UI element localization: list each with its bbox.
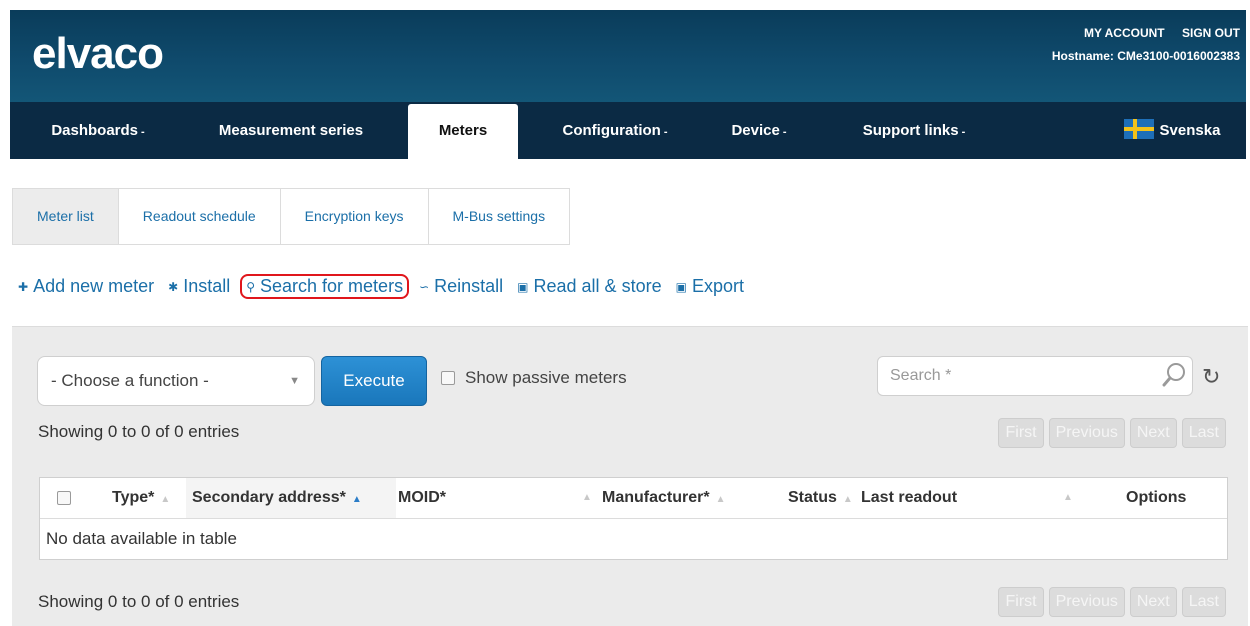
column-type[interactable]: Type* ▲ [112,478,182,518]
dropdown-caret-icon: - [961,126,966,138]
sort-icon: ▲ [582,492,592,503]
tab-m-bus-settings[interactable]: M-Bus settings [429,189,570,244]
pagination-bottom: First Previous Next Last [993,587,1226,617]
previous-button[interactable]: Previous [1048,418,1125,448]
tab-encryption-keys[interactable]: Encryption keys [281,189,429,244]
header-links: MY ACCOUNT SIGN OUT Hostname: CMe3100-00… [1052,26,1240,63]
pagination-top: First Previous Next Last [993,418,1226,448]
tab-readout-schedule[interactable]: Readout schedule [119,189,281,244]
reinstall-link[interactable]: ∽ Reinstall [419,276,503,297]
sort-icon: ▲ [842,494,853,505]
entries-info-top: Showing 0 to 0 of 0 entries [38,422,240,441]
sort-icon: ▲ [1063,492,1073,503]
nav-measurement-series[interactable]: Measurement series [202,102,380,159]
nav-device[interactable]: Device - [718,102,800,159]
my-account-link[interactable]: MY ACCOUNT [1084,26,1165,40]
nav-dashboards-label: Dashboards [51,122,139,139]
nav-support-links-label: Support links [862,122,959,139]
dropdown-caret-icon: - [663,126,668,138]
hostname-label: Hostname: CMe3100-0016002383 [1051,49,1240,63]
column-last-readout[interactable]: Last readout ▲ [861,478,1081,518]
meter-list-panel: - Choose a function - ▼ Execute Show pass… [12,326,1248,626]
read-all-store-label: Read all & store [533,276,662,296]
plus-circle-icon: ✚ [18,279,29,294]
nav-dashboards[interactable]: Dashboards - [36,102,160,159]
refresh-icon[interactable]: ↻ [1202,364,1220,390]
swedish-flag-icon [1123,119,1154,140]
entries-info-bottom: Showing 0 to 0 of 0 entries [38,592,240,611]
rss-icon: ∽ [419,279,430,294]
nav-language-svenska[interactable]: Svenska [1110,102,1234,159]
column-manufacturer[interactable]: Manufacturer* ▲ [602,478,774,518]
add-new-meter-link[interactable]: ✚ Add new meter [18,276,154,297]
empty-table-message: No data available in table [46,529,237,548]
column-options: Options [1126,489,1187,506]
next-button[interactable]: Next [1129,418,1177,448]
sign-out-link[interactable]: SIGN OUT [1182,26,1240,40]
column-secondary-address-label: Secondary address* [192,489,346,506]
export-icon: ▣ [675,279,687,294]
magnifier-icon[interactable] [1160,361,1188,389]
column-last-readout-label: Last readout [861,489,958,506]
floppy-disk-icon: ▣ [517,279,529,294]
read-all-store-link[interactable]: ▣ Read all & store [517,276,661,297]
column-secondary-address[interactable]: Secondary address* ▲ [186,478,396,518]
column-status[interactable]: Status ▲ [788,478,868,518]
show-passive-checkbox[interactable] [441,371,455,385]
first-button[interactable]: First [998,587,1044,617]
search-for-meters-link[interactable]: ⚲ Search for meters [240,274,410,299]
column-moid[interactable]: MOID* ▲ [398,478,592,518]
sort-icon: ▲ [160,494,171,505]
function-select[interactable]: - Choose a function - ▼ [37,356,315,406]
main-navbar: Dashboards - Measurement series Meters Co… [10,102,1246,161]
install-link[interactable]: ✱ Install [168,276,230,297]
gear-icon: ✱ [168,279,179,294]
last-button[interactable]: Last [1181,418,1226,448]
execute-button[interactable]: Execute [321,356,427,406]
install-label: Install [183,276,231,296]
previous-button[interactable]: Previous [1048,587,1125,617]
chevron-down-icon: ▼ [289,375,300,387]
column-status-label: Status [788,489,837,506]
sort-ascending-icon: ▲ [351,494,362,505]
meter-subtabs: Meter list Readout schedule Encryption k… [12,188,571,245]
nav-meters[interactable]: Meters [408,104,518,161]
search-icon: ⚲ [246,279,256,294]
search-for-meters-label: Search for meters [260,276,404,296]
search-placeholder: Search * [890,367,952,384]
reinstall-label: Reinstall [434,276,504,296]
elvaco-logo[interactable]: elvaco [32,32,164,76]
page-header: elvaco MY ACCOUNT SIGN OUT Hostname: CMe… [10,10,1246,102]
dropdown-caret-icon: - [782,126,787,138]
tab-meter-list[interactable]: Meter list [13,189,119,244]
nav-device-label: Device [731,122,780,139]
column-manufacturer-label: Manufacturer* [602,489,710,506]
search-input[interactable]: Search * [877,356,1193,396]
nav-configuration-label: Configuration [562,122,661,139]
dropdown-caret-icon: - [141,126,145,138]
function-select-value: - Choose a function - [51,371,209,390]
next-button[interactable]: Next [1129,587,1177,617]
last-button[interactable]: Last [1181,587,1226,617]
select-all-checkbox[interactable] [57,491,71,505]
column-moid-label: MOID* [398,489,446,506]
meters-table: Type* ▲ Secondary address* ▲ MOID* ▲ Manufa… [39,477,1228,560]
column-type-label: Type* [112,489,155,506]
nav-support-links[interactable]: Support links - [840,102,988,159]
sort-icon: ▲ [715,494,726,505]
table-header: Type* ▲ Secondary address* ▲ MOID* ▲ Manufa… [40,478,1227,519]
add-new-meter-label: Add new meter [33,276,155,296]
show-passive-meters[interactable]: Show passive meters [441,368,627,388]
first-button[interactable]: First [998,418,1044,448]
nav-language-label: Svenska [1159,122,1221,139]
meter-actions: ✚ Add new meter ✱ Install ⚲ Search for mete… [18,274,758,299]
show-passive-label: Show passive meters [465,368,627,387]
account-links: MY ACCOUNT SIGN OUT [1052,26,1240,40]
export-link[interactable]: ▣ Export [676,276,744,297]
export-label: Export [691,276,744,296]
nav-configuration[interactable]: Configuration - [540,102,690,159]
